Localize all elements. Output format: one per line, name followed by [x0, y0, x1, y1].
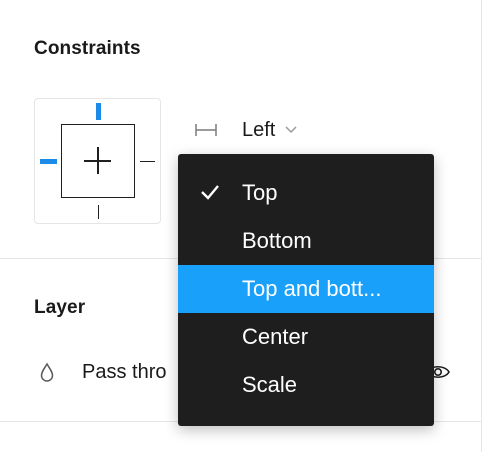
horizontal-constraint-value: Left: [242, 118, 276, 141]
layer-title: Layer: [34, 297, 86, 318]
menu-item-label: Bottom: [242, 228, 312, 253]
menu-item-label: Top: [242, 180, 278, 205]
menu-item-bottom[interactable]: Bottom: [178, 217, 434, 265]
menu-item-label: Top and bott...: [242, 276, 382, 301]
menu-item-top[interactable]: Top: [178, 169, 434, 217]
menu-item-center[interactable]: Center: [178, 313, 434, 361]
constraint-left-handle[interactable]: [40, 159, 57, 164]
constraint-center-vertical[interactable]: [97, 147, 99, 174]
menu-item-scale[interactable]: Scale: [178, 361, 434, 409]
menu-item-top-and-bottom[interactable]: Top and bott...: [178, 265, 434, 313]
horizontal-constraint-select[interactable]: Left: [192, 114, 298, 146]
constraints-title: Constraints: [34, 38, 141, 59]
blend-mode-select[interactable]: Pass thro: [38, 356, 166, 388]
menu-item-label: Scale: [242, 372, 298, 397]
blend-mode-value: Pass thro: [82, 360, 167, 383]
constraint-frame: [61, 124, 135, 198]
constraint-right-handle[interactable]: [140, 160, 155, 162]
constraint-bottom-handle[interactable]: [97, 205, 99, 219]
constraint-widget: [34, 98, 161, 224]
vertical-constraint-menu: Top Bottom Top and bott... Center Scale: [178, 154, 434, 426]
blend-drop-icon: [40, 362, 54, 382]
check-icon: [201, 185, 219, 200]
chevron-down-icon: [285, 126, 297, 134]
menu-item-label: Center: [242, 324, 309, 349]
horizontal-constraint-icon: [195, 124, 217, 136]
constraint-top-handle[interactable]: [96, 103, 101, 120]
